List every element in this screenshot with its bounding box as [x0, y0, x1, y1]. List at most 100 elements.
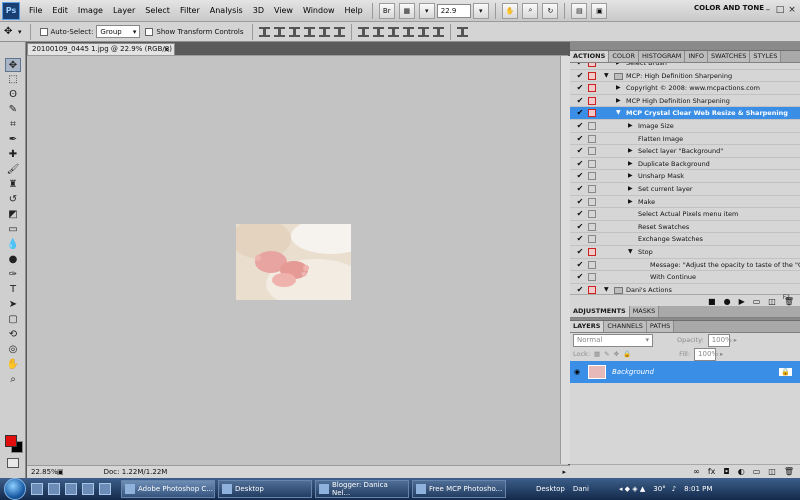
dialog-toggle-icon[interactable] — [588, 84, 596, 93]
expanded-triangle-icon[interactable]: ▼ — [604, 284, 609, 294]
dialog-toggle-icon[interactable] — [588, 247, 596, 256]
tab-swatches[interactable]: SWATCHES — [708, 51, 751, 62]
menu-edit[interactable]: Edit — [47, 6, 73, 15]
zoom-dropdown-button[interactable]: ▾ — [472, 2, 489, 19]
menu-window[interactable]: Window — [298, 6, 340, 15]
action-row[interactable]: ✔ ▶ Select layer "Background" — [570, 145, 800, 158]
chevron-right-icon[interactable]: ▸ — [720, 350, 723, 358]
checkmark-icon[interactable]: ✔ — [574, 233, 586, 245]
blur-icon[interactable]: 💧 — [5, 238, 21, 252]
lock-transparent-icon[interactable]: ▦ — [594, 350, 600, 358]
new-set-icon[interactable]: ▭ — [753, 297, 761, 306]
chevron-right-icon[interactable]: ▸ — [562, 468, 566, 476]
dialog-toggle-icon[interactable] — [588, 121, 596, 130]
eye-icon[interactable]: ◉ — [570, 368, 584, 376]
checkmark-icon[interactable]: ✔ — [574, 82, 586, 94]
action-row[interactable]: ✔ ▶ Unsharp Mask — [570, 170, 800, 183]
action-row[interactable]: ✔ ▶ Image Size — [570, 120, 800, 133]
maximize-icon[interactable]: □ — [774, 4, 786, 16]
healing-brush-icon[interactable]: ✚ — [5, 148, 21, 162]
dialog-toggle-icon[interactable] — [588, 71, 596, 80]
new-group-icon[interactable]: ▭ — [753, 467, 761, 476]
menu-select[interactable]: Select — [140, 6, 175, 15]
checkmark-icon[interactable]: ✔ — [574, 133, 586, 145]
distribute-vertical-center-icon[interactable] — [372, 26, 384, 37]
zoom-tool-button[interactable]: ⌕ — [522, 2, 539, 19]
quick-launch-desktop-icon[interactable] — [31, 483, 43, 495]
crop-icon[interactable]: ⌗ — [5, 118, 21, 132]
3d-orbit-icon[interactable]: ◎ — [5, 343, 21, 357]
opacity-input[interactable]: 100% — [707, 333, 732, 347]
checkmark-icon[interactable]: ✔ — [574, 63, 586, 69]
align-left-icon[interactable] — [303, 26, 315, 37]
dodge-icon[interactable]: ● — [5, 253, 21, 267]
path-selection-icon[interactable]: ➤ — [5, 298, 21, 312]
minimize-icon[interactable]: – — [762, 4, 774, 16]
link-layers-icon[interactable]: ∞ — [693, 467, 700, 476]
quick-launch-browser-icon[interactable] — [48, 483, 60, 495]
start-button[interactable] — [4, 478, 26, 500]
add-mask-icon[interactable]: ◘ — [723, 467, 729, 476]
layer-style-icon[interactable]: fx — [708, 467, 716, 476]
menu-help[interactable]: Help — [340, 6, 368, 15]
screen-mode-button[interactable]: ▣ — [591, 2, 608, 19]
status-zoom[interactable]: 22.85% — [27, 468, 58, 476]
brush-icon[interactable]: 🖌 — [5, 163, 21, 177]
pen-icon[interactable]: ✑ — [5, 268, 21, 282]
distribute-right-icon[interactable] — [432, 26, 444, 37]
eraser-icon[interactable]: ◩ — [5, 208, 21, 222]
dialog-toggle-icon[interactable] — [588, 134, 596, 143]
tab-styles[interactable]: STYLES — [750, 51, 782, 62]
photo-canvas[interactable] — [236, 224, 351, 300]
action-row[interactable]: ✔ ▶ Make — [570, 196, 800, 209]
expanded-triangle-icon[interactable]: ▼ — [604, 70, 609, 82]
auto-align-layers-icon[interactable] — [456, 26, 468, 37]
clone-stamp-icon[interactable]: ♜ — [5, 178, 21, 192]
tab-layers[interactable]: LAYERS — [570, 321, 605, 332]
align-bottom-icon[interactable] — [288, 26, 300, 37]
clock[interactable]: 8:01 PM — [684, 485, 712, 493]
quick-launch-explorer-icon[interactable] — [65, 483, 77, 495]
history-brush-icon[interactable]: ↺ — [5, 193, 21, 207]
rectangular-marquee-icon[interactable]: ⬚ — [5, 73, 21, 87]
dialog-toggle-icon[interactable] — [588, 96, 596, 105]
taskbar-button-blogger[interactable]: Blogger: Danica Nel... — [315, 480, 409, 498]
menu-file[interactable]: File — [24, 6, 47, 15]
lock-position-icon[interactable]: ✥ — [614, 350, 619, 358]
menu-image[interactable]: Image — [73, 6, 108, 15]
dialog-toggle-icon[interactable] — [588, 159, 596, 168]
dialog-toggle-icon[interactable] — [588, 172, 596, 181]
dialog-toggle-icon[interactable] — [588, 260, 596, 269]
action-row[interactable]: ✔ Exchange Swatches — [570, 233, 800, 246]
dialog-toggle-icon[interactable] — [588, 210, 596, 219]
dialog-toggle-icon[interactable] — [588, 109, 596, 118]
align-top-icon[interactable] — [258, 26, 270, 37]
new-layer-icon[interactable]: ◫ — [768, 467, 776, 476]
foreground-color-swatch[interactable] — [5, 435, 17, 447]
quick-launch-app-icon[interactable] — [99, 483, 111, 495]
record-icon[interactable]: ● — [724, 297, 731, 306]
action-row[interactable]: ✔ ▶ Set current layer — [570, 183, 800, 196]
collapsed-triangle-icon[interactable]: ▶ — [616, 95, 621, 107]
quick-launch-mail-icon[interactable] — [82, 483, 94, 495]
distribute-bottom-icon[interactable] — [387, 26, 399, 37]
action-row[interactable]: ✔ Flatten Image — [570, 133, 800, 146]
checkmark-icon[interactable]: ✔ — [574, 107, 586, 119]
tab-info[interactable]: INFO — [685, 51, 709, 62]
volume-icon[interactable]: ♪ — [672, 485, 676, 493]
collapsed-triangle-icon[interactable]: ▶ — [628, 170, 633, 182]
hand-icon[interactable]: ✋ — [5, 358, 21, 372]
checkmark-icon[interactable]: ✔ — [574, 208, 586, 220]
tab-histogram[interactable]: HISTOGRAM — [639, 51, 686, 62]
align-vertical-center-icon[interactable] — [273, 26, 285, 37]
tray-icons[interactable]: ◂ ◆ ◈ ▲ — [619, 485, 645, 493]
auto-select-checkbox[interactable] — [39, 27, 48, 36]
new-action-icon[interactable]: ◫ — [768, 297, 776, 306]
menu-3d[interactable]: 3D — [248, 6, 269, 15]
checkmark-icon[interactable]: ✔ — [574, 95, 586, 107]
hand-tool-button[interactable]: ✋ — [501, 2, 519, 19]
collapsed-triangle-icon[interactable]: ▶ — [628, 158, 633, 170]
close-icon[interactable]: × — [163, 44, 170, 55]
checkmark-icon[interactable]: ✔ — [574, 246, 586, 258]
chevron-right-icon[interactable]: ▸ — [734, 336, 737, 344]
